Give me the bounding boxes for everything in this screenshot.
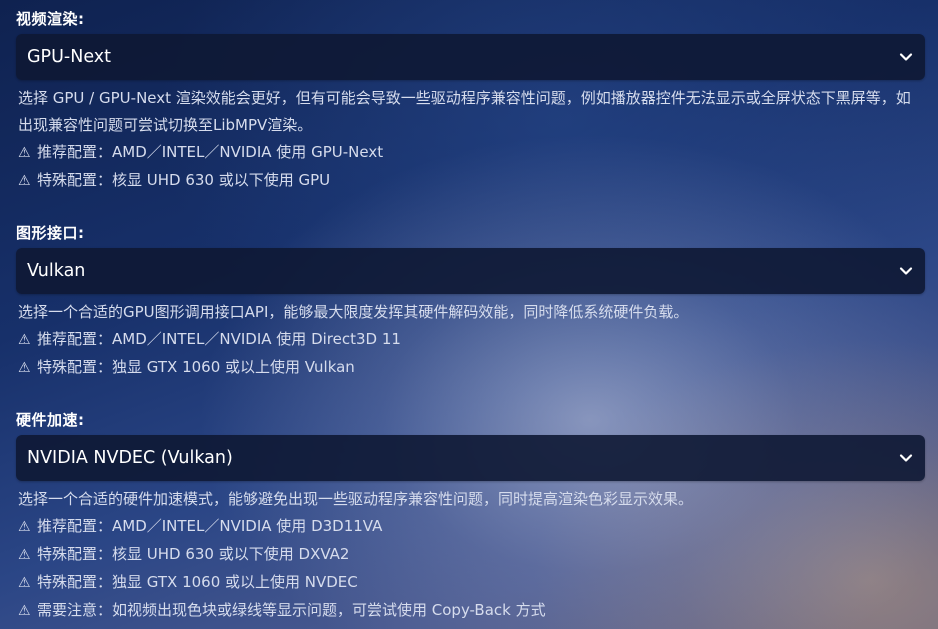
chevron-down-icon xyxy=(898,263,914,279)
warning-icon: ⚠ xyxy=(18,603,31,619)
video-render-section: 视频渲染: GPU-Next 选择 GPU / GPU-Next 渲染效能会更好… xyxy=(16,8,925,195)
note-text: 特殊配置：独显 GTX 1060 或以上使用 NVDEC xyxy=(37,573,358,591)
hw-accel-note: ⚠ 推荐配置：AMD／INTEL／NVIDIA 使用 D3D11VA xyxy=(18,513,925,541)
video-render-selected-value: GPU-Next xyxy=(27,47,112,67)
hw-accel-section: 硬件加速: NVIDIA NVDEC (Vulkan) 选择一个合适的硬件加速模… xyxy=(16,409,925,625)
warning-icon: ⚠ xyxy=(18,360,31,376)
graphics-api-note: ⚠ 推荐配置：AMD／INTEL／NVIDIA 使用 Direct3D 11 xyxy=(18,326,925,354)
note-text: 推荐配置：AMD／INTEL／NVIDIA 使用 D3D11VA xyxy=(37,517,383,535)
note-text: 推荐配置：AMD／INTEL／NVIDIA 使用 GPU-Next xyxy=(37,143,384,161)
warning-icon: ⚠ xyxy=(18,575,31,591)
hw-accel-help: 选择一个合适的硬件加速模式，能够避免出现一些驱动程序兼容性问题，同时提高渲染色彩… xyxy=(16,486,925,625)
hw-accel-note: ⚠ 特殊配置：独显 GTX 1060 或以上使用 NVDEC xyxy=(18,569,925,597)
graphics-api-label: 图形接口: xyxy=(16,224,85,242)
video-render-description: 选择 GPU / GPU-Next 渲染效能会更好，但有可能会导致一些驱动程序兼… xyxy=(18,89,911,134)
warning-icon: ⚠ xyxy=(18,332,31,348)
video-render-note: ⚠ 特殊配置：核显 UHD 630 或以下使用 GPU xyxy=(18,167,925,195)
graphics-api-help: 选择一个合适的GPU图形调用接口API，能够最大限度发挥其硬件解码效能，同时降低… xyxy=(16,299,925,382)
hw-accel-description: 选择一个合适的硬件加速模式，能够避免出现一些驱动程序兼容性问题，同时提高渲染色彩… xyxy=(18,490,694,508)
warning-icon: ⚠ xyxy=(18,519,31,535)
video-render-select[interactable]: GPU-Next xyxy=(16,34,925,80)
hw-accel-label: 硬件加速: xyxy=(16,411,85,429)
warning-icon: ⚠ xyxy=(18,145,31,161)
video-render-note: ⚠ 推荐配置：AMD／INTEL／NVIDIA 使用 GPU-Next xyxy=(18,139,925,167)
video-render-label: 视频渲染: xyxy=(16,10,85,28)
hw-accel-select[interactable]: NVIDIA NVDEC (Vulkan) xyxy=(16,435,925,481)
hw-accel-note: ⚠ 特殊配置：核显 UHD 630 或以下使用 DXVA2 xyxy=(18,541,925,569)
note-text: 特殊配置：核显 UHD 630 或以下使用 GPU xyxy=(37,171,331,189)
graphics-api-section: 图形接口: Vulkan 选择一个合适的GPU图形调用接口API，能够最大限度发… xyxy=(16,222,925,382)
chevron-down-icon xyxy=(898,450,914,466)
graphics-api-note: ⚠ 特殊配置：独显 GTX 1060 或以上使用 Vulkan xyxy=(18,354,925,382)
warning-icon: ⚠ xyxy=(18,173,31,189)
note-text: 需要注意：如视频出现色块或绿线等显示问题，可尝试使用 Copy-Back 方式 xyxy=(37,601,546,619)
note-text: 特殊配置：独显 GTX 1060 或以上使用 Vulkan xyxy=(37,358,355,376)
hw-accel-note: ⚠ 需要注意：如视频出现色块或绿线等显示问题，可尝试使用 Copy-Back 方式 xyxy=(18,597,925,625)
note-text: 推荐配置：AMD／INTEL／NVIDIA 使用 Direct3D 11 xyxy=(37,330,401,348)
graphics-api-select[interactable]: Vulkan xyxy=(16,248,925,294)
video-render-help: 选择 GPU / GPU-Next 渲染效能会更好，但有可能会导致一些驱动程序兼… xyxy=(16,85,925,195)
warning-icon: ⚠ xyxy=(18,547,31,563)
chevron-down-icon xyxy=(898,49,914,65)
graphics-api-selected-value: Vulkan xyxy=(27,261,86,281)
graphics-api-description: 选择一个合适的GPU图形调用接口API，能够最大限度发挥其硬件解码效能，同时降低… xyxy=(18,303,689,321)
hw-accel-selected-value: NVIDIA NVDEC (Vulkan) xyxy=(27,448,233,468)
note-text: 特殊配置：核显 UHD 630 或以下使用 DXVA2 xyxy=(37,545,350,563)
